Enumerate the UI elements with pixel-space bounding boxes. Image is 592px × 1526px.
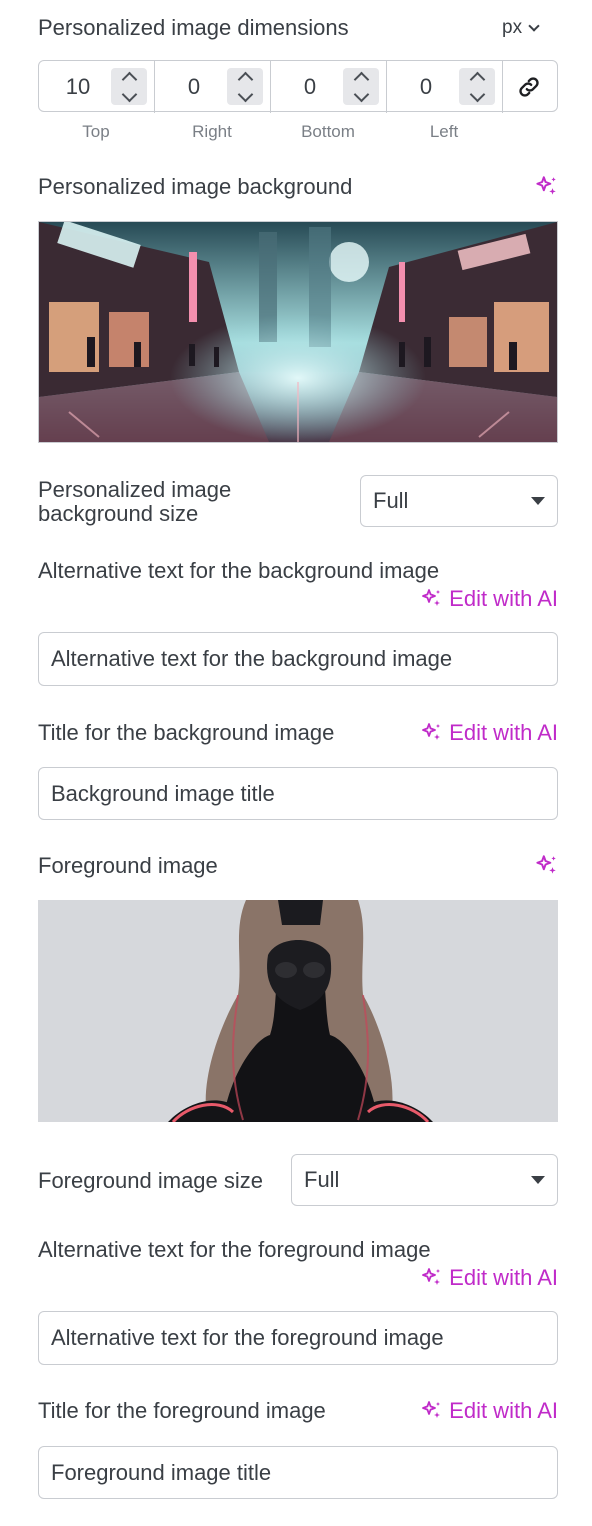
dimension-bottom[interactable]: 0 [271, 61, 387, 113]
background-size-select[interactable]: Full [360, 475, 558, 527]
dimension-left-stepper[interactable] [459, 68, 495, 105]
label-bottom: Bottom [301, 122, 355, 141]
chevron-down-icon [237, 86, 253, 102]
foreground-title-label: Title for the foreground image [38, 1398, 326, 1423]
background-title-edit-ai-link[interactable]: Edit with AI [419, 720, 558, 746]
background-title-input[interactable]: Background image title [38, 767, 558, 820]
label-right: Right [192, 122, 232, 141]
dimensions-title: Personalized image dimensions [38, 15, 349, 40]
background-title-placeholder: Background image title [51, 780, 275, 806]
foreground-size-value: Full [304, 1167, 340, 1192]
ai-sparkle-icon [422, 1268, 441, 1285]
dimension-top-value[interactable]: 10 [39, 74, 117, 100]
caret-down-icon [531, 1176, 545, 1184]
foreground-image-graphic [168, 900, 433, 1122]
link-icon [519, 77, 539, 97]
dimension-left-value[interactable]: 0 [387, 74, 465, 100]
dimension-bottom-value[interactable]: 0 [271, 74, 349, 100]
dimension-right[interactable]: 0 [155, 61, 271, 113]
dimension-top[interactable]: 10 [39, 61, 155, 113]
background-alt-label: Alternative text for the background imag… [38, 558, 440, 583]
ai-sparkle-icon [422, 723, 441, 740]
unit-selector[interactable]: px [502, 17, 540, 39]
edit-with-ai-label: Edit with AI [449, 1398, 558, 1423]
foreground-size-label: Foreground image size [38, 1168, 264, 1193]
dimension-right-value[interactable]: 0 [155, 74, 233, 100]
background-size-label: Personalized image background size [38, 477, 232, 526]
foreground-alt-input[interactable]: Alternative text for the foreground imag… [38, 1311, 558, 1365]
label-top: Top [82, 122, 110, 141]
ai-sparkle-icon[interactable] [533, 853, 559, 879]
edit-with-ai-label: Edit with AI [449, 720, 558, 745]
foreground-image[interactable] [38, 900, 558, 1122]
background-title: Personalized image background [38, 174, 353, 199]
foreground-title: Foreground image [38, 853, 218, 878]
edit-with-ai-label: Edit with AI [449, 1265, 558, 1290]
ai-sparkle-icon [422, 589, 441, 606]
ai-sparkle-icon [422, 1401, 441, 1418]
chevron-down-icon [469, 86, 485, 102]
background-image-graphic [39, 222, 557, 442]
foreground-size-select[interactable]: Full [291, 1154, 558, 1206]
background-size-value: Full [373, 488, 409, 513]
foreground-alt-edit-ai-link[interactable]: Edit with AI [419, 1265, 558, 1291]
chevron-up-icon [469, 71, 485, 87]
chevron-up-icon [121, 71, 137, 87]
foreground-alt-placeholder: Alternative text for the foreground imag… [51, 1325, 444, 1350]
dimension-right-stepper[interactable] [227, 68, 263, 105]
background-title-label: Title for the background image [38, 720, 335, 745]
caret-down-icon [531, 497, 545, 505]
chevron-down-icon [121, 86, 137, 102]
background-image[interactable] [38, 221, 558, 443]
dimension-left[interactable]: 0 [387, 61, 503, 113]
label-left: Left [429, 122, 459, 141]
dimension-bottom-stepper[interactable] [343, 68, 379, 105]
foreground-alt-label: Alternative text for the foreground imag… [38, 1237, 431, 1262]
link-values-button[interactable] [503, 61, 555, 113]
chevron-down-icon [353, 86, 369, 102]
unit-value: px [502, 17, 523, 38]
background-alt-input[interactable]: Alternative text for the background imag… [38, 632, 558, 686]
foreground-title-placeholder: Foreground image title [51, 1459, 272, 1485]
dimension-labels: Top Right Bottom Left [38, 122, 502, 142]
edit-with-ai-label: Edit with AI [449, 586, 558, 611]
background-alt-edit-ai-link[interactable]: Edit with AI [419, 586, 558, 612]
foreground-title-input[interactable]: Foreground image title [38, 1446, 558, 1499]
dimension-top-stepper[interactable] [111, 68, 147, 105]
chevron-up-icon [353, 71, 369, 87]
dimensions-control: 10 0 0 0 [38, 60, 558, 113]
foreground-title-edit-ai-link[interactable]: Edit with AI [419, 1398, 558, 1424]
chevron-up-icon [237, 71, 253, 87]
ai-sparkle-icon[interactable] [533, 174, 559, 200]
chevron-down-icon [528, 20, 540, 32]
background-alt-placeholder: Alternative text for the background imag… [51, 646, 453, 671]
